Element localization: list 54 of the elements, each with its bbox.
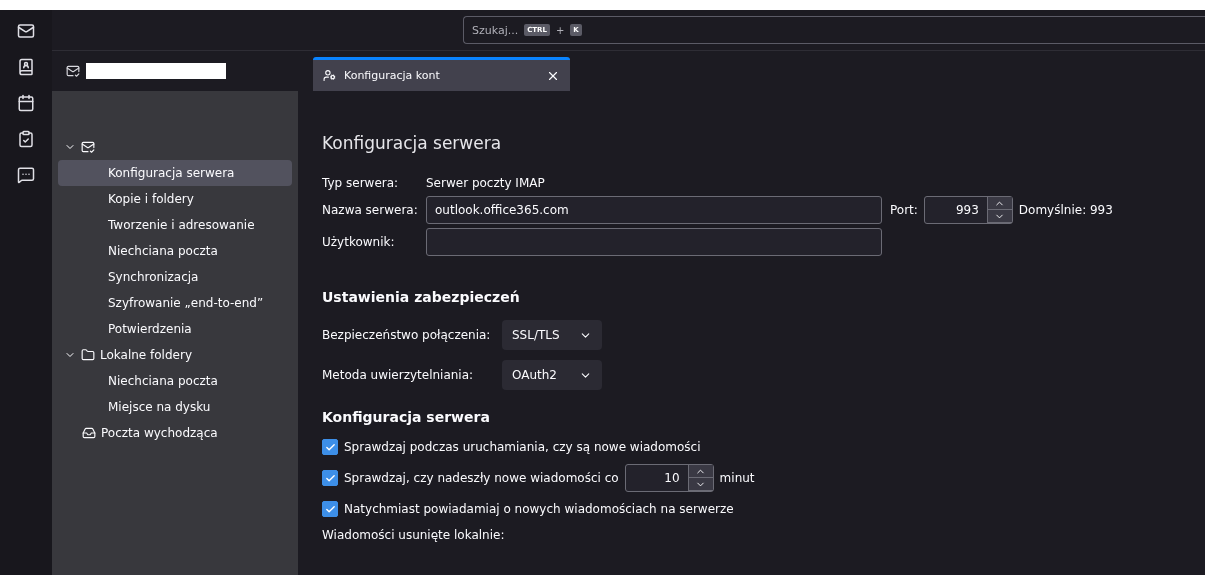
section-heading: Konfiguracja serwera	[322, 409, 491, 425]
tree-label: Poczta wychodząca	[101, 426, 218, 440]
account-settings-icon	[323, 69, 336, 82]
checkbox[interactable]	[322, 501, 338, 517]
outbox-icon	[82, 426, 96, 440]
checkmark-icon	[324, 472, 336, 484]
tree-label: Lokalne foldery	[100, 348, 192, 362]
interval-spinner[interactable]: 10	[624, 464, 714, 492]
field-label: Metoda uwierzytelniania:	[322, 368, 475, 382]
mail-icon[interactable]	[17, 22, 35, 40]
checkbox-label: Sprawdzaj podczas uruchamiania, czy są nowe wiadomości	[344, 440, 701, 454]
tree-item[interactable]: Konfiguracja serwera	[58, 160, 292, 186]
tasks-icon[interactable]	[17, 130, 35, 148]
tab[interactable]: Konfiguracja kont	[313, 57, 570, 91]
tab-label: Konfiguracja kont	[344, 69, 441, 82]
tree-item[interactable]: Szyfrowanie „end-to-end”	[58, 290, 292, 316]
checkmark-icon	[324, 503, 336, 515]
calendar-icon[interactable]	[17, 94, 35, 112]
folder-icon	[81, 348, 95, 362]
tree-item[interactable]: Potwierdzenia	[58, 316, 292, 342]
address-book-icon[interactable]	[17, 58, 35, 76]
checkbox-label: Natychmiast powiadamiaj o nowych wiadomościach na serwerze	[344, 502, 734, 516]
server-type-value: Serwer poczty IMAP	[426, 176, 545, 190]
port-default: Domyślnie: 993	[1018, 203, 1113, 217]
field-label: Typ serwera:	[322, 176, 400, 190]
input-field[interactable]: outlook.office365.com	[426, 196, 882, 224]
field-label: Nazwa serwera:	[322, 203, 419, 217]
tree-item[interactable]: Tworzenie i adresowanie	[58, 212, 292, 238]
tree-item[interactable]: Synchronizacja	[58, 264, 292, 290]
checkbox[interactable]	[322, 470, 338, 486]
tree-item[interactable]: Poczta wychodząca	[58, 420, 292, 446]
field-label: Bezpieczeństwo połączenia:	[322, 328, 492, 342]
account-icon	[81, 140, 95, 154]
tree-item[interactable]: Lokalne foldery	[58, 342, 292, 368]
tree-item[interactable]: Niechciana poczta	[58, 368, 292, 394]
field-label: Wiadomości usunięte lokalnie:	[322, 528, 505, 542]
checkbox-label: Sprawdzaj, czy nadeszły nowe wiadomości co	[344, 471, 619, 485]
page-title: Konfiguracja serwera	[322, 133, 503, 153]
field-label: Port:	[890, 203, 918, 217]
tree-item[interactable]: Niechciana poczta	[58, 238, 292, 264]
checkbox[interactable]	[322, 439, 338, 455]
chat-icon[interactable]	[17, 166, 35, 184]
shortcut-plus: +	[555, 24, 565, 36]
dropdown[interactable]: SSL/TLS	[502, 320, 602, 350]
unit-label: minut	[719, 471, 755, 485]
input-field[interactable]	[426, 228, 882, 256]
port-spinner[interactable]: 993	[923, 196, 1013, 224]
tree-item[interactable]: Miejsce na dysku	[58, 394, 292, 420]
checkmark-icon	[324, 441, 336, 453]
dropdown[interactable]: OAuth2	[502, 360, 602, 390]
section-heading: Ustawienia zabezpieczeń	[322, 289, 521, 305]
tree-item[interactable]: Kopie i foldery	[58, 186, 292, 212]
account-icon	[66, 64, 80, 78]
field-label: Użytkownik:	[322, 235, 396, 249]
